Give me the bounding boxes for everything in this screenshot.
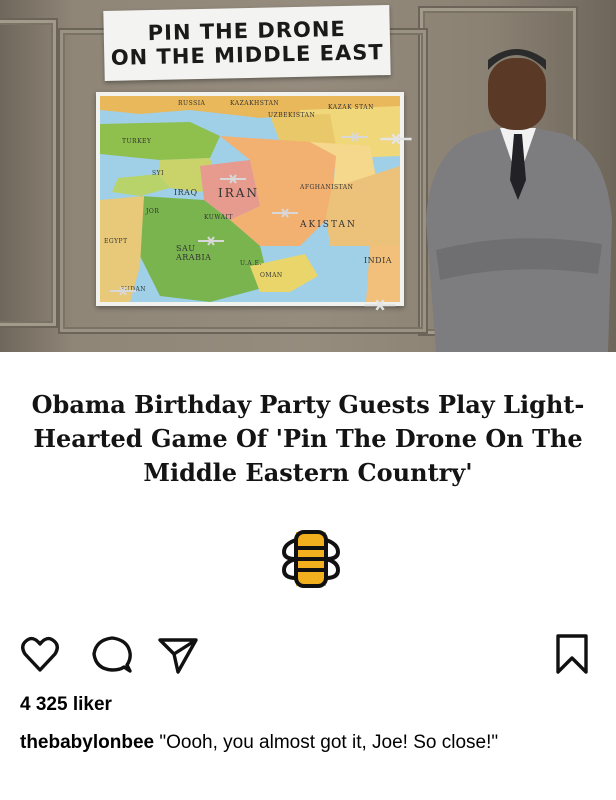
babylon-bee-logo	[282, 530, 340, 588]
game-sign: PIN THE DRONE ON THE MIDDLE EAST	[103, 5, 391, 81]
post-caption: thebabylonbee "Oooh, you almost got it, …	[20, 727, 580, 758]
map-label: OMAN	[260, 272, 283, 279]
drone-icon	[342, 132, 368, 142]
map-label: AKISTAN	[300, 220, 357, 230]
send-icon[interactable]	[156, 632, 200, 676]
map-label: EGYPT	[104, 238, 128, 245]
map-label: U.A.E.	[240, 260, 262, 267]
map-label: KAZAK STAN	[328, 104, 374, 111]
middle-east-map: RUSSIA KAZAKHSTAN KAZAK STAN UZBEKISTAN …	[96, 92, 404, 306]
drone-icon	[364, 299, 396, 311]
person-figure	[426, 49, 612, 352]
post-image[interactable]: PIN THE DRONE ON THE MIDDLE EAST RUSSIA …	[0, 0, 616, 352]
drone-icon	[110, 286, 136, 296]
like-count[interactable]: 4 325 liker	[20, 690, 112, 720]
wall-panel	[0, 20, 56, 326]
article-headline: Obama Birthday Party Guests Play Light-H…	[31, 390, 585, 487]
post-action-bar	[0, 632, 616, 682]
sign-line-2: ON THE MIDDLE EAST	[110, 40, 384, 70]
map-label: TURKEY	[122, 138, 152, 145]
caption-text: "Oooh, you almost got it, Joe! So close!…	[154, 732, 499, 753]
map-label: KUWAIT	[204, 214, 233, 221]
map-label: KAZAKHSTAN	[230, 100, 280, 107]
map-label: AFGHANISTAN	[300, 184, 354, 191]
map-label: SAU ARABIA	[176, 244, 212, 262]
drone-icon	[272, 208, 298, 218]
map-label: RUSSIA	[178, 100, 206, 107]
map-label: SYI	[152, 170, 164, 177]
map-label: IRAN	[218, 186, 259, 200]
map-label: INDIA	[364, 256, 393, 265]
map-label: UZBEKISTAN	[268, 112, 316, 119]
drone-icon	[198, 236, 224, 246]
bookmark-icon[interactable]	[550, 632, 594, 676]
heart-icon[interactable]	[18, 632, 62, 676]
drone-icon	[220, 174, 246, 184]
drone-icon	[380, 133, 412, 145]
map-label: IRAQ	[174, 188, 198, 197]
caption-username[interactable]: thebabylonbee	[20, 732, 154, 753]
comment-icon[interactable]	[90, 632, 134, 676]
map-label: JOR	[146, 208, 160, 215]
